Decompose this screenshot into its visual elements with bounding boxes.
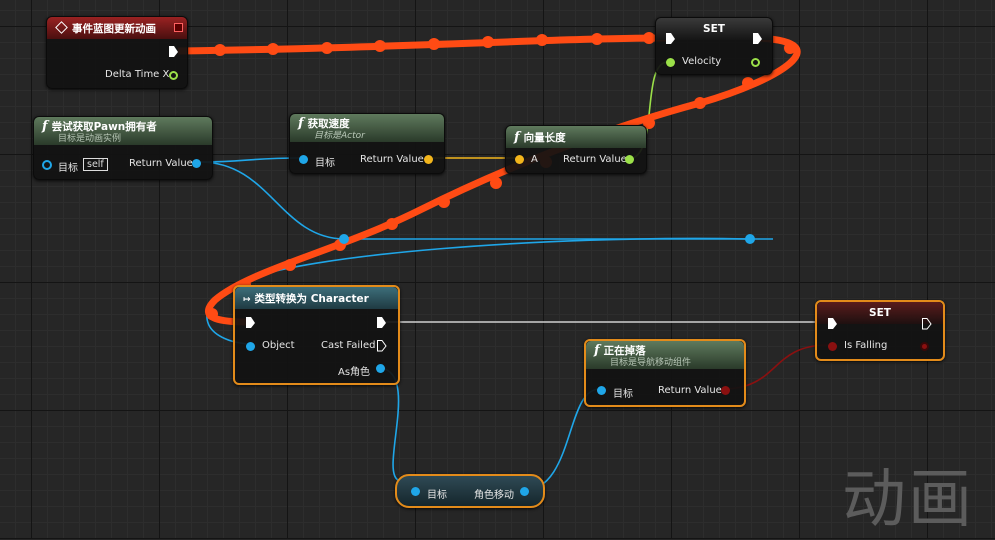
set-velocity-value-label: Velocity (682, 56, 722, 67)
try-get-pawn-header: f 尝试获取Pawn拥有者 目标是动画实例 (34, 117, 212, 145)
event-node-header: 事件蓝图更新动画 (47, 17, 187, 39)
cast-as-character-pin[interactable] (376, 364, 385, 373)
set-velocity-exec-in-pin[interactable] (666, 33, 676, 45)
get-velocity-return-label: Return Value (360, 154, 424, 165)
delta-time-pin[interactable] (169, 71, 178, 80)
is-falling-function-node[interactable]: f 正在掉落 目标是导航移动组件 目标 Return Value (584, 339, 746, 407)
cast-exec-in-pin[interactable] (246, 317, 256, 329)
cast-as-character-label: As角色 (338, 367, 371, 378)
wire-set-velocity-to-cast (205, 34, 801, 326)
get-velocity-return-pin[interactable] (424, 155, 433, 164)
get-velocity-target-pin[interactable] (299, 155, 308, 164)
set-velocity-output-pin[interactable] (751, 58, 760, 67)
try-get-pawn-target-pin[interactable] (42, 160, 52, 170)
cast-failed-exec-pin[interactable] (377, 340, 387, 352)
get-velocity-node[interactable]: f 获取速度 目标是Actor 目标 Return Value (289, 113, 445, 174)
cast-to-character-node[interactable]: ↦ 类型转换为 Character Object Cast Failed As角色 (233, 285, 400, 385)
vector-length-a-pin[interactable] (515, 155, 524, 164)
set-is-falling-exec-in-pin[interactable] (828, 318, 838, 330)
function-icon: f (298, 115, 304, 131)
try-get-pawn-owner-node[interactable]: f 尝试获取Pawn拥有者 目标是动画实例 目标 self Return Valu… (33, 116, 213, 180)
wire-pawn-to-get-velocity (199, 157, 301, 163)
set-is-falling-exec-out-pin[interactable] (922, 318, 932, 330)
cast-failed-label: Cast Failed (321, 340, 376, 351)
set-velocity-exec-out-pin[interactable] (753, 33, 763, 45)
try-get-pawn-return-label: Return Value (129, 158, 193, 169)
set-is-falling-value-label: Is Falling (844, 340, 888, 351)
set-velocity-node[interactable]: SET Velocity (655, 17, 773, 75)
set-is-falling-output-pin[interactable] (920, 342, 929, 351)
graph-type-watermark: 动画 (842, 463, 974, 537)
character-movement-target-pin[interactable] (411, 487, 420, 496)
cast-exec-out-pin[interactable] (377, 317, 387, 329)
vector-length-return-label: Return Value (563, 154, 627, 165)
event-update-animation-node[interactable]: 事件蓝图更新动画 Delta Time X (46, 16, 188, 89)
try-get-pawn-return-pin[interactable] (192, 159, 201, 168)
set-velocity-title: SET (703, 23, 725, 35)
cast-arrow-icon: ↦ (243, 294, 251, 305)
is-falling-target-pin[interactable] (597, 386, 606, 395)
function-icon: f (594, 342, 600, 358)
vector-length-a-label: A (531, 154, 538, 165)
vector-length-node[interactable]: f 向量长度 A Return Value (505, 125, 647, 174)
try-get-pawn-target-label: 目标 (58, 163, 78, 174)
get-velocity-subtitle: 目标是Actor (314, 130, 365, 141)
function-icon: f (42, 118, 48, 134)
character-movement-return-label: 角色移动 (474, 490, 514, 501)
try-get-pawn-subtitle: 目标是动画实例 (58, 133, 122, 144)
character-movement-node[interactable]: 目标 角色移动 (395, 474, 545, 508)
is-falling-target-label: 目标 (613, 389, 633, 400)
set-is-falling-node[interactable]: SET Is Falling (815, 300, 945, 361)
is-falling-subtitle: 目标是导航移动组件 (610, 357, 692, 368)
exec-out-pin[interactable] (169, 46, 179, 58)
vector-length-return-pin[interactable] (625, 155, 634, 164)
cast-object-label: Object (262, 340, 295, 351)
vector-length-header: f 向量长度 (506, 126, 646, 148)
set-is-falling-value-pin[interactable] (828, 342, 837, 351)
is-falling-return-pin[interactable] (721, 386, 730, 395)
set-velocity-value-pin[interactable] (666, 58, 675, 67)
get-velocity-target-label: 目标 (315, 158, 335, 169)
vector-length-title: 向量长度 (523, 131, 566, 144)
event-diamond-icon (55, 20, 68, 34)
event-node-title: 事件蓝图更新动画 (72, 22, 156, 35)
character-movement-target-label: 目标 (427, 490, 447, 501)
cast-node-title: 类型转换为 Character (254, 292, 369, 305)
event-delegate-icon[interactable] (174, 23, 183, 32)
is-falling-header: f 正在掉落 目标是导航移动组件 (586, 341, 744, 369)
set-is-falling-title: SET (869, 307, 891, 319)
wire-as-character-to-move (379, 367, 413, 492)
cast-node-header: ↦ 类型转换为 Character (235, 287, 398, 309)
reroute-node-2 (745, 234, 755, 244)
character-movement-return-pin[interactable] (520, 487, 529, 496)
delta-time-label: Delta Time X (105, 69, 170, 80)
get-velocity-header: f 获取速度 目标是Actor (290, 114, 444, 142)
cast-object-pin[interactable] (246, 342, 255, 351)
self-default-value[interactable]: self (83, 158, 108, 171)
is-falling-return-label: Return Value (658, 385, 722, 396)
function-icon: f (514, 129, 520, 145)
reroute-node-1 (339, 234, 349, 244)
